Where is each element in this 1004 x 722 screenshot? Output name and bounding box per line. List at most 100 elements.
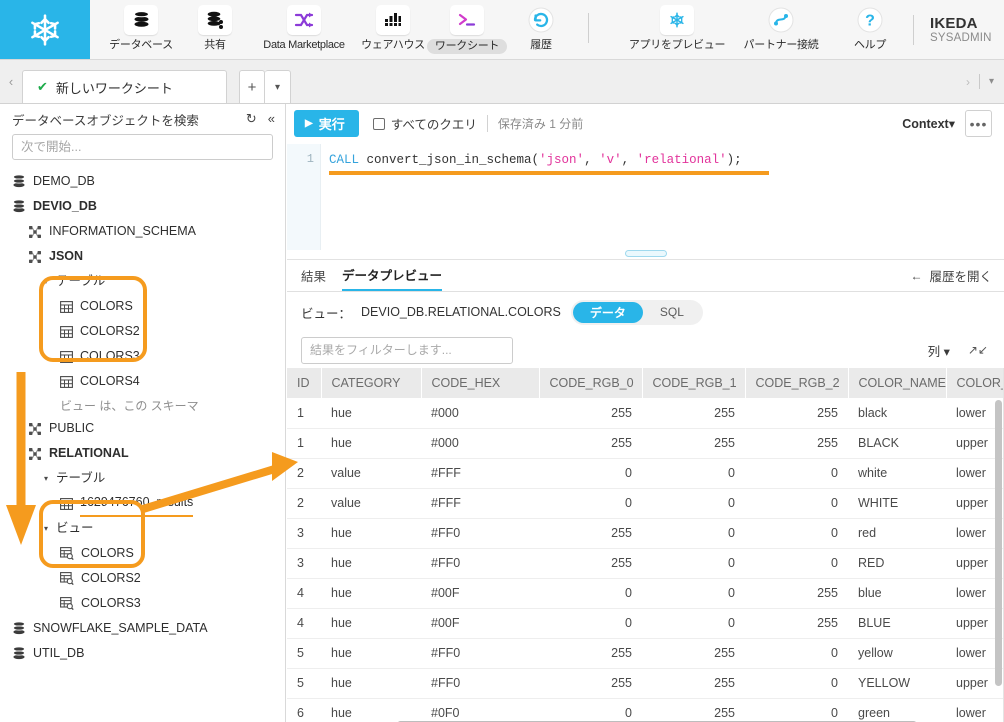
table-cell: red bbox=[848, 518, 946, 549]
table-cell: 255 bbox=[539, 398, 642, 429]
column-header-id[interactable]: ID bbox=[287, 368, 322, 398]
toolbar-item-history[interactable]: 履歴 bbox=[504, 5, 578, 52]
splitter-grip[interactable] bbox=[624, 250, 667, 257]
toggle-data[interactable]: データ bbox=[572, 301, 643, 323]
main-panel: ▶ 実行 すべてのクエリ 保存済み 1 分前 Context▾ ••• 1 CA… bbox=[287, 104, 1004, 722]
table-row[interactable]: 3 hue #FF0 255 0 0 RED upper bbox=[287, 548, 1004, 579]
tree-item-devio-db[interactable]: DEVIO_DB bbox=[0, 194, 285, 219]
collapse-left-icon[interactable]: « bbox=[268, 111, 275, 127]
toolbar-item-databases[interactable]: データベース bbox=[104, 5, 178, 52]
tree-item-label: INFORMATION_SCHEMA bbox=[49, 224, 196, 238]
table-row[interactable]: 3 hue #FF0 255 0 0 red lower bbox=[287, 518, 1004, 549]
refresh-icon[interactable]: ↻ bbox=[246, 111, 257, 127]
tree-item--[interactable]: ▾ ビュー bbox=[0, 516, 285, 541]
table-icon bbox=[60, 350, 73, 363]
worksheet-tab-active[interactable]: ✔ 新しいワークシート bbox=[22, 70, 227, 103]
tree-item-util-db[interactable]: UTIL_DB bbox=[0, 641, 285, 666]
more-options-button[interactable]: ••• bbox=[965, 110, 992, 137]
column-header-code_hex[interactable]: CODE_HEX bbox=[421, 368, 540, 398]
toolbar-item-warehouses[interactable]: ウェアハウス bbox=[356, 5, 430, 52]
share-database-icon bbox=[198, 5, 232, 35]
tree-item-public[interactable]: PUBLIC bbox=[0, 416, 285, 441]
columns-button[interactable]: 列 ▾ bbox=[928, 341, 950, 360]
table-cell: 255 bbox=[539, 668, 642, 699]
tree-item-demo-db[interactable]: DEMO_DB bbox=[0, 169, 285, 194]
column-header-category[interactable]: CATEGORY bbox=[321, 368, 422, 398]
toolbar-item-shares[interactable]: 共有 bbox=[178, 5, 252, 52]
tree-item-relational[interactable]: RELATIONAL bbox=[0, 441, 285, 466]
tree-item-colors3[interactable]: COLORS3 bbox=[0, 344, 285, 369]
tree-item-json[interactable]: JSON bbox=[0, 244, 285, 269]
vertical-scrollbar[interactable] bbox=[995, 400, 1002, 686]
table-row[interactable]: 5 hue #FF0 255 255 0 yellow lower bbox=[287, 638, 1004, 669]
check-icon: ✔ bbox=[37, 79, 48, 94]
results-tabs: 結果 データプレビュー ← 履歴を開く bbox=[287, 260, 1004, 292]
toggle-sql[interactable]: SQL bbox=[643, 302, 701, 323]
tree-item-snowflake-sample-data[interactable]: SNOWFLAKE_SAMPLE_DATA bbox=[0, 616, 285, 641]
table-row[interactable]: 5 hue #FF0 255 255 0 YELLOW upper bbox=[287, 668, 1004, 699]
tree-item-label: SNOWFLAKE_SAMPLE_DATA bbox=[33, 621, 208, 635]
all-queries-checkbox[interactable]: すべてのクエリ bbox=[372, 114, 477, 133]
column-header-code_rgb_0[interactable]: CODE_RGB_0 bbox=[539, 368, 643, 398]
scroll-tabs-right-icon[interactable]: › bbox=[966, 75, 970, 89]
tree-item-colors2[interactable]: COLORS2 bbox=[0, 566, 285, 591]
table-row[interactable]: 4 hue #00F 0 0 255 blue lower bbox=[287, 578, 1004, 609]
tree-item-colors[interactable]: COLORS bbox=[0, 541, 285, 566]
table-row[interactable]: 2 value #FFF 0 0 0 WHITE upper bbox=[287, 488, 1004, 519]
tree-item-colors[interactable]: COLORS bbox=[0, 294, 285, 319]
expand-icon[interactable]: ↗↙ bbox=[968, 343, 988, 357]
tree-item-label: RELATIONAL bbox=[49, 446, 129, 460]
run-button[interactable]: ▶ 実行 bbox=[294, 110, 359, 137]
column-header-code_rgb_2[interactable]: CODE_RGB_2 bbox=[745, 368, 849, 398]
filter-input[interactable] bbox=[301, 336, 513, 364]
toolbar-item-data-marketplace[interactable]: Data Marketplace bbox=[252, 5, 356, 52]
tree-item-colors4[interactable]: COLORS4 bbox=[0, 369, 285, 394]
tabbar-overflow-caret-icon[interactable]: ▾ bbox=[989, 76, 994, 87]
tree-item--[interactable]: ▾ テーブル bbox=[0, 466, 285, 491]
tree-item-colors3[interactable]: COLORS3 bbox=[0, 591, 285, 616]
tree-item-1629476760-results[interactable]: 1629476760_results bbox=[0, 491, 285, 517]
toolbar-item-help[interactable]: ? ヘルプ bbox=[833, 5, 907, 52]
new-worksheet-button[interactable]: + bbox=[239, 70, 265, 103]
sql-code[interactable]: CALL convert_json_in_schema('json', 'v',… bbox=[321, 144, 1004, 250]
snowflake-logo[interactable] bbox=[0, 0, 90, 59]
table-cell: lower bbox=[946, 698, 1004, 722]
toolbar-item-partner-connect[interactable]: パートナー接続 bbox=[729, 5, 833, 52]
snowflake-logo-icon bbox=[31, 13, 59, 46]
schema-icon bbox=[28, 250, 42, 264]
panel-splitter[interactable] bbox=[287, 250, 1004, 260]
worksheet-menu-caret-icon[interactable]: ▾ bbox=[265, 70, 291, 103]
toolbar-label: 共有 bbox=[204, 39, 226, 51]
search-input[interactable] bbox=[12, 134, 273, 160]
tree-item-label: DEVIO_DB bbox=[33, 199, 97, 213]
sql-editor[interactable]: 1 CALL convert_json_in_schema('json', 'v… bbox=[287, 144, 1004, 250]
twisty-down-icon[interactable]: ▾ bbox=[44, 474, 53, 483]
table-row[interactable]: 4 hue #00F 0 0 255 BLUE upper bbox=[287, 608, 1004, 639]
table-cell: 255 bbox=[745, 608, 848, 639]
scroll-tabs-left-icon[interactable]: ‹ bbox=[0, 60, 22, 103]
open-history-link[interactable]: ← 履歴を開く bbox=[910, 266, 992, 285]
tab-results[interactable]: 結果 bbox=[301, 260, 326, 291]
schema-icon bbox=[28, 422, 42, 436]
twisty-down-icon[interactable]: ▾ bbox=[44, 277, 53, 286]
toolbar-item-worksheets[interactable]: ワークシート bbox=[426, 5, 508, 54]
tree-item-information-schema[interactable]: INFORMATION_SCHEMA bbox=[0, 219, 285, 244]
user-menu[interactable]: IKEDA SYSADMIN ▾ bbox=[913, 15, 1004, 46]
table-row[interactable]: 2 value #FFF 0 0 0 white lower bbox=[287, 458, 1004, 489]
column-header-color_name[interactable]: COLOR_NAME bbox=[848, 368, 947, 398]
table-cell: 255 bbox=[539, 638, 642, 669]
twisty-down-icon[interactable]: ▾ bbox=[44, 524, 53, 533]
tree-item-colors2[interactable]: COLORS2 bbox=[0, 319, 285, 344]
table-cell: #FFF bbox=[421, 488, 539, 519]
context-selector[interactable]: Context▾ bbox=[902, 116, 955, 131]
table-row[interactable]: 6 hue #0F0 0 255 0 green lower bbox=[287, 698, 1004, 722]
table-row[interactable]: 1 hue #000 255 255 255 black lower bbox=[287, 398, 1004, 429]
table-cell: 255 bbox=[539, 428, 642, 459]
column-header-code_rgb_1[interactable]: CODE_RGB_1 bbox=[642, 368, 746, 398]
history-icon bbox=[524, 5, 558, 35]
column-header-color_type[interactable]: COLOR_TYPE bbox=[946, 368, 1004, 398]
table-row[interactable]: 1 hue #000 255 255 255 BLACK upper bbox=[287, 428, 1004, 459]
tab-data-preview[interactable]: データプレビュー bbox=[342, 260, 443, 291]
toolbar-item-preview-apps[interactable]: アプリをプレビュー bbox=[625, 5, 729, 52]
tree-item--[interactable]: ▾ テーブル bbox=[0, 269, 285, 294]
